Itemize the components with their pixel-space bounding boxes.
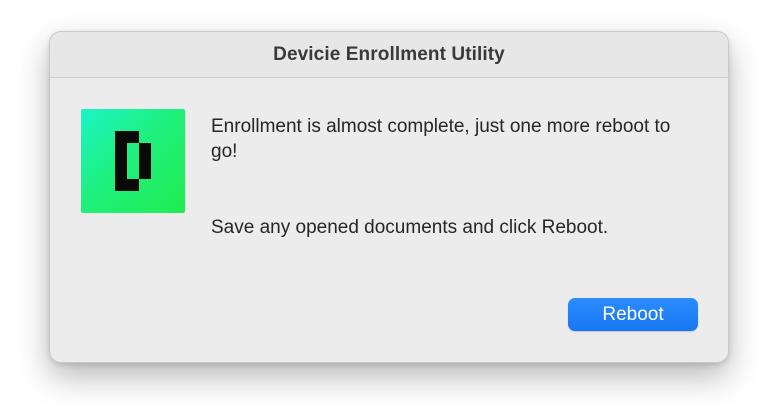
devicie-logo-icon: [81, 109, 185, 213]
enrollment-dialog: Devicie Enrollment Utility Enrollment is…: [49, 31, 729, 363]
devicie-logo-glyph: [115, 131, 151, 191]
dialog-titlebar: Devicie Enrollment Utility: [50, 32, 728, 78]
dialog-message: Enrollment is almost complete, just one …: [211, 116, 671, 162]
dialog-instruction: Save any opened documents and click Rebo…: [211, 217, 609, 238]
screen-background: Devicie Enrollment Utility Enrollment is…: [0, 0, 774, 415]
reboot-button[interactable]: Reboot: [568, 298, 698, 331]
dialog-title: Devicie Enrollment Utility: [273, 43, 505, 65]
